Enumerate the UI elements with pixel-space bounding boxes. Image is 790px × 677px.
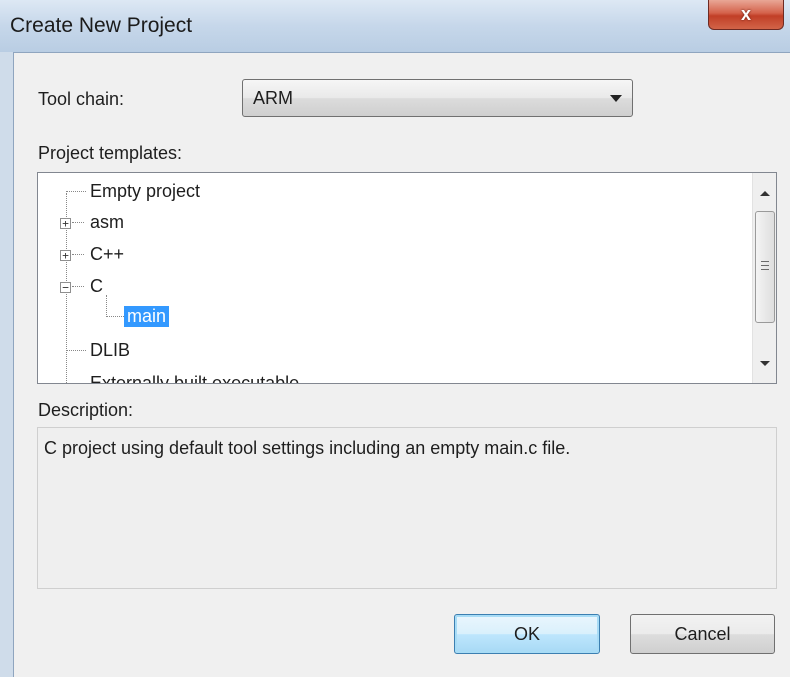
- cancel-button[interactable]: Cancel: [630, 614, 775, 654]
- tool-chain-label: Tool chain:: [38, 89, 125, 109]
- tree-item-asm[interactable]: + asm: [38, 208, 738, 238]
- description-text: C project using default tool settings in…: [44, 438, 571, 458]
- description-box: C project using default tool settings in…: [37, 427, 777, 589]
- tree-item-label: asm: [90, 212, 125, 232]
- grip-line: [761, 269, 769, 270]
- tree-item-label-selected: main: [124, 306, 170, 327]
- grip-line: [761, 261, 769, 262]
- scrollbar-thumb[interactable]: [755, 211, 775, 323]
- title-bar[interactable]: Create New Project x: [0, 0, 790, 52]
- close-button[interactable]: x: [708, 0, 784, 30]
- tree-item-label: DLIB: [90, 340, 131, 360]
- tree-item-empty-project[interactable]: Empty project: [38, 177, 738, 207]
- project-templates-label: Project templates:: [38, 143, 183, 163]
- collapse-minus-icon[interactable]: −: [60, 282, 71, 293]
- description-label: Description:: [38, 400, 134, 420]
- tool-chain-value: ARM: [253, 88, 293, 108]
- grip-line: [761, 265, 769, 266]
- tree-item-externally-built[interactable]: Externally built executable: [38, 369, 738, 384]
- ok-button[interactable]: OK: [454, 614, 600, 654]
- window-title: Create New Project: [10, 14, 193, 37]
- scroll-up-icon[interactable]: [760, 191, 770, 196]
- tree-item-dlib[interactable]: DLIB: [38, 336, 738, 366]
- project-templates-tree[interactable]: Empty project + asm + C++ − C main DLIB …: [37, 172, 777, 384]
- expand-plus-icon[interactable]: +: [60, 218, 71, 229]
- tool-chain-select[interactable]: ARM: [242, 79, 633, 117]
- expand-plus-icon[interactable]: +: [60, 250, 71, 261]
- tree-item-c[interactable]: − C: [38, 272, 738, 302]
- tree-item-label: Empty project: [90, 181, 201, 201]
- tree-item-main[interactable]: main: [38, 302, 738, 332]
- close-icon: x: [740, 4, 751, 24]
- create-new-project-dialog: Create New Project x Tool chain: ARM Pro…: [0, 0, 790, 677]
- tree-vertical-scrollbar[interactable]: [752, 173, 776, 383]
- tree-item-label: C: [90, 276, 103, 296]
- chevron-down-icon: [610, 95, 622, 102]
- scroll-down-icon[interactable]: [760, 361, 770, 366]
- dialog-body: Tool chain: ARM Project templates: Empty…: [13, 52, 790, 677]
- tree-item-label: Externally built executable: [90, 373, 300, 384]
- tree-item-cpp[interactable]: + C++: [38, 240, 738, 270]
- tree-item-label: C++: [90, 244, 125, 264]
